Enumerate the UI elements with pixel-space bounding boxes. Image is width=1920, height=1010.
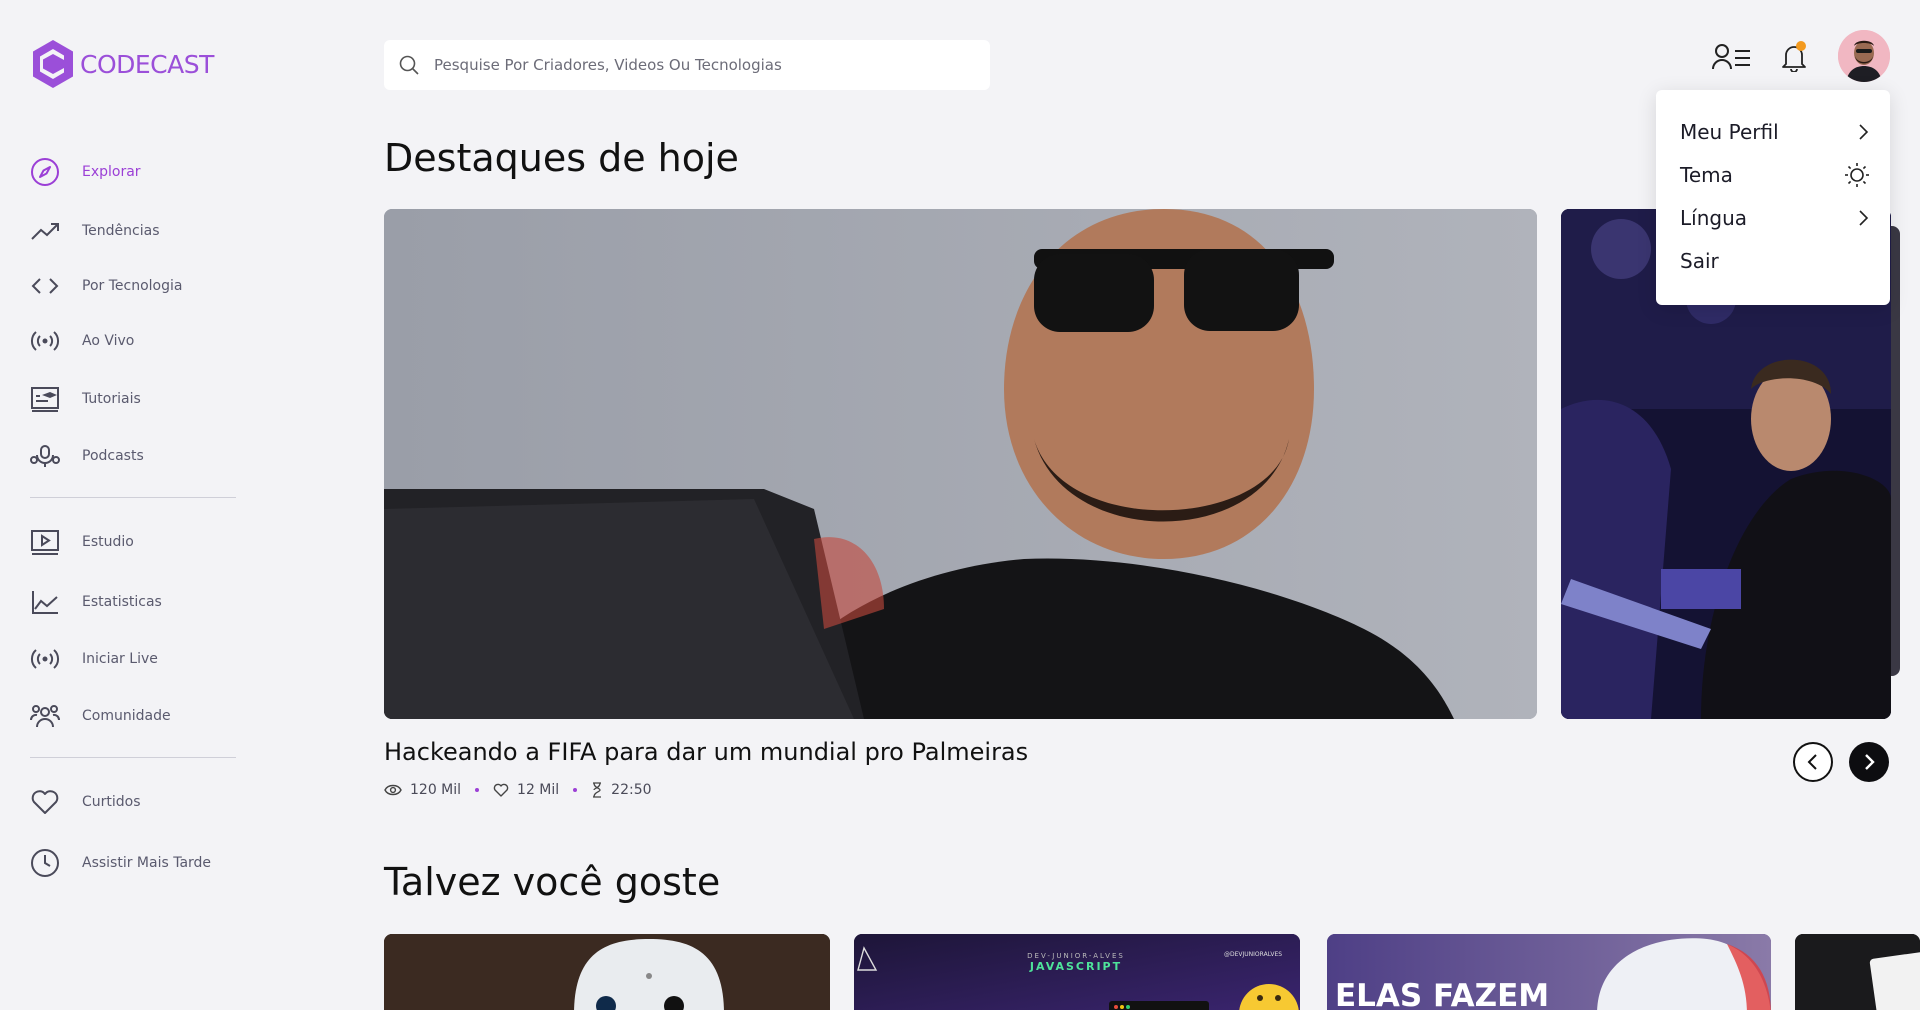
video-card[interactable]: DEV-JUNIOR-ALVES JAVASCRIPT @DEVJUNIORAL…	[854, 934, 1300, 1010]
chevron-right-icon	[1856, 209, 1870, 227]
sidebar-item-label: Comunidade	[82, 708, 171, 724]
notification-badge	[1796, 41, 1806, 51]
sidebar-item-label: Explorar	[82, 164, 141, 180]
sidebar-divider	[30, 497, 236, 498]
card-handle: @DEVJUNIORALVES	[1224, 951, 1282, 958]
likes-stat: 12 Mil	[493, 782, 559, 798]
chevron-right-icon	[1862, 753, 1876, 771]
video-thumbnail-image: DEV-JUNIOR-ALVES JAVASCRIPT @DEVJUNIORAL…	[854, 934, 1300, 1010]
sidebar-item-label: Ao Vivo	[82, 333, 135, 349]
sidebar-item-explorar[interactable]: Explorar	[30, 154, 236, 190]
clock-icon	[30, 848, 60, 878]
stats-icon	[30, 587, 60, 617]
sidebar-item-podcasts[interactable]: Podcasts	[30, 438, 236, 474]
menu-item-meu-perfil[interactable]: Meu Perfil	[1680, 114, 1870, 150]
video-thumbnail-image	[384, 209, 1537, 719]
chevron-right-icon	[1856, 123, 1870, 141]
sidebar-item-label: Estatisticas	[82, 594, 162, 610]
sidebar-item-label: Assistir Mais Tarde	[82, 855, 212, 871]
views-count: 120 Mil	[410, 782, 462, 798]
chevron-left-icon	[1806, 753, 1820, 771]
notifications-button[interactable]	[1772, 40, 1816, 74]
sidebar-item-comunidade[interactable]: Comunidade	[30, 698, 236, 734]
section-title-recommendations: Talvez você goste	[384, 860, 721, 904]
sidebar-item-label: Tendências	[82, 223, 160, 239]
menu-item-label: Língua	[1680, 206, 1748, 230]
sidebar-item-ao-vivo[interactable]: Ao Vivo	[30, 323, 236, 359]
podcast-icon	[30, 441, 60, 471]
sidebar-item-label: Estudio	[82, 534, 134, 550]
sidebar-item-iniciar-live[interactable]: Iniciar Live	[30, 641, 236, 677]
logo-icon	[33, 40, 73, 88]
likes-count: 12 Mil	[517, 782, 560, 798]
menu-item-sair[interactable]: Sair	[1680, 243, 1870, 279]
hourglass-icon	[591, 782, 603, 798]
separator-dot	[573, 788, 578, 792]
search-input[interactable]	[434, 56, 974, 74]
sidebar-divider	[30, 757, 236, 758]
sidebar-item-tutoriais[interactable]: Tutoriais	[30, 381, 236, 417]
user-list-icon	[1712, 43, 1752, 71]
section-title-highlights: Destaques de hoje	[384, 136, 739, 180]
tutorial-icon	[30, 384, 60, 414]
sidebar-item-label: Tutoriais	[82, 391, 141, 407]
sidebar-item-assistir-mais-tarde[interactable]: Assistir Mais Tarde	[30, 845, 236, 881]
sidebar-item-curtidos[interactable]: Curtidos	[30, 784, 236, 820]
sidebar-item-label: Podcasts	[82, 448, 144, 464]
heart-icon	[493, 783, 509, 797]
logo-text: CODECAST	[80, 49, 214, 79]
card-text: JAVASCRIPT	[1029, 960, 1122, 973]
video-thumbnail-image: ELAS FAZEM	[1327, 934, 1771, 1010]
community-icon	[30, 701, 60, 731]
separator-dot	[475, 788, 480, 792]
trending-icon	[30, 216, 60, 246]
search-icon	[398, 54, 420, 76]
views-stat: 120 Mil	[384, 782, 461, 798]
subscriptions-button[interactable]	[1710, 40, 1754, 74]
carousel-prev-button[interactable]	[1793, 742, 1833, 782]
sidebar-item-label: Iniciar Live	[82, 651, 158, 667]
menu-item-label: Meu Perfil	[1680, 120, 1779, 144]
sidebar-item-estatisticas[interactable]: Estatisticas	[30, 584, 236, 620]
search-bar	[384, 40, 990, 90]
card-text: ELAS FAZEM	[1335, 978, 1549, 1010]
menu-item-lingua[interactable]: Língua	[1680, 200, 1870, 236]
video-thumbnail-image	[1795, 934, 1920, 1010]
video-card[interactable]	[1795, 934, 1920, 1010]
broadcast-icon	[30, 644, 60, 674]
video-stats: 120 Mil 12 Mil 22:50	[384, 782, 652, 798]
avatar[interactable]	[1838, 30, 1890, 82]
featured-video-thumbnail[interactable]	[384, 209, 1537, 719]
sidebar-item-label: Por Tecnologia	[82, 278, 183, 294]
menu-item-tema[interactable]: Tema	[1680, 157, 1870, 193]
sidebar-item-label: Curtidos	[82, 794, 141, 810]
app-logo[interactable]: CODECAST	[30, 38, 214, 90]
eye-icon	[384, 783, 402, 797]
video-card[interactable]: ELAS FAZEM	[1327, 934, 1771, 1010]
menu-item-label: Tema	[1680, 163, 1733, 187]
video-thumbnail-image	[384, 934, 830, 1010]
sidebar-item-tendencias[interactable]: Tendências	[30, 213, 236, 249]
sidebar-item-por-tecnologia[interactable]: Por Tecnologia	[30, 268, 236, 304]
featured-video-title[interactable]: Hackeando a FIFA para dar um mundial pro…	[384, 738, 1028, 766]
duration-value: 22:50	[611, 782, 652, 798]
video-card[interactable]	[384, 934, 830, 1010]
studio-icon	[30, 527, 60, 557]
carousel-next-button[interactable]	[1849, 742, 1889, 782]
sidebar-item-estudio[interactable]: Estudio	[30, 524, 236, 560]
heart-icon	[30, 787, 60, 817]
duration-stat: 22:50	[591, 782, 652, 798]
code-icon	[30, 271, 60, 301]
user-menu: Meu Perfil Tema Língua Sair	[1656, 90, 1890, 305]
sun-icon	[1844, 162, 1870, 188]
compass-icon	[30, 157, 60, 187]
avatar-image	[1838, 30, 1890, 82]
broadcast-icon	[30, 326, 60, 356]
menu-item-label: Sair	[1680, 249, 1719, 273]
card-subtext: DEV-JUNIOR-ALVES	[1027, 952, 1125, 960]
